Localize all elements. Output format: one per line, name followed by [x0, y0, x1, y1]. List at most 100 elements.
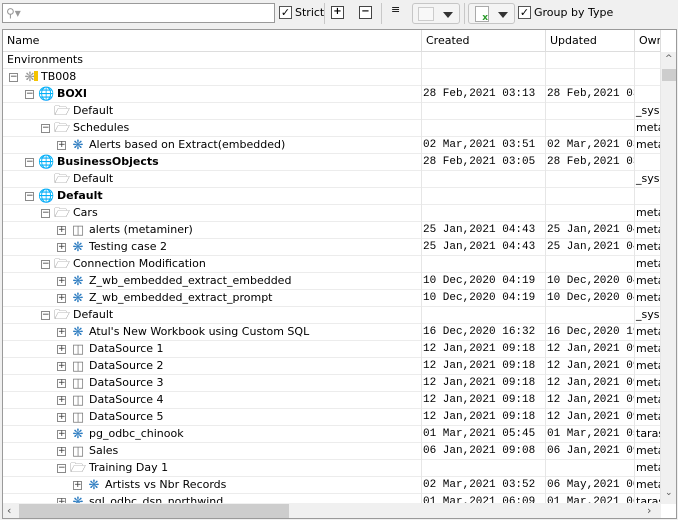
table-row[interactable]: + ❋ pg_odbc_chinook 01 Mar,2021 05:45 01 Mar… [3, 426, 661, 443]
collapse-toggle-icon[interactable]: − [57, 464, 66, 473]
table-row[interactable]: −🗁Schedules meta [3, 120, 661, 137]
expand-toggle-icon[interactable]: + [73, 481, 82, 490]
align-icon[interactable]: ≡ [391, 4, 400, 15]
name-cell: + ◫ DataSource 1 [3, 341, 422, 358]
owner-cell: meta [635, 409, 661, 426]
scroll-left-icon[interactable]: ‹ [7, 504, 11, 517]
table-row[interactable]: + ◫ DataSource 3 12 Jan,2021 09:18 12 Jan,20… [3, 375, 661, 392]
collapse-toggle-icon[interactable]: − [41, 209, 50, 218]
table-row[interactable]: + ❋ Z_wb_embedded_extract_embedded 10 Dec,2… [3, 273, 661, 290]
table-row[interactable]: − ❋ TB008 [3, 69, 661, 86]
expand-toggle-icon[interactable]: + [57, 226, 66, 235]
table-row[interactable]: + ◫ DataSource 4 12 Jan,2021 09:18 12 Jan,20… [3, 392, 661, 409]
workbook-icon: ❋ [72, 274, 84, 289]
table-row[interactable]: + ❋ Alerts based on Extract(embedded) 02 Ma… [3, 137, 661, 154]
divider [381, 3, 382, 24]
workbook-icon: ❋ [72, 138, 84, 153]
table-row[interactable]: + ◫ DataSource 2 12 Jan,2021 09:18 12 Jan,20… [3, 358, 661, 375]
updated-cell: 25 Jan,2021 04:43 [546, 222, 635, 239]
table-row[interactable]: + ◫ Sales 06 Jan,2021 09:0806 Jan,2021 09:0… [3, 443, 661, 460]
row-name: Testing case 2 [89, 240, 167, 253]
collapse-toggle-icon[interactable]: − [25, 158, 34, 167]
scroll-right-icon[interactable]: › [647, 504, 651, 517]
search-input[interactable]: ⚲▾ [2, 3, 275, 23]
view-dropdown[interactable] [412, 3, 460, 24]
updated-cell: 12 Jan,2021 09:18 [546, 375, 635, 392]
expand-toggle-icon[interactable]: + [57, 447, 66, 456]
collapse-toggle-icon[interactable]: − [41, 311, 50, 320]
name-cell: − 🗁 Cars [3, 205, 422, 222]
group-by-type-checkbox[interactable]: ✓ [518, 6, 531, 19]
row-name: Default [57, 189, 103, 202]
table-row[interactable]: −🗁Training Day 1 meta [3, 460, 661, 477]
table-row[interactable]: + ◫ alerts (metaminer) 25 Jan,2021 04:43 25 … [3, 222, 661, 239]
name-cell: + ❋ Z_wb_embedded_extract_prompt [3, 290, 422, 307]
table-row[interactable]: + ❋ Atul's New Workbook using Custom SQL 16… [3, 324, 661, 341]
table-row[interactable]: −🗁Cars meta [3, 205, 661, 222]
table-row[interactable]: + ◫ DataSource 5 12 Jan,2021 09:18 12 Jan,20… [3, 409, 661, 426]
expand-toggle-icon[interactable]: + [57, 362, 66, 371]
globe-icon: 🌐 [38, 155, 55, 170]
table-row[interactable]: + ❋ Z_wb_embedded_extract_prompt 10 Dec,202… [3, 290, 661, 307]
expand-toggle-icon[interactable]: + [57, 141, 66, 150]
collapse-all-icon[interactable]: − [359, 6, 372, 19]
workbook-icon: ❋ [72, 291, 84, 306]
table-row[interactable]: −🗁Connection Modification meta [3, 256, 661, 273]
table-row[interactable]: 🗁 Default _sysl [3, 171, 661, 188]
scroll-up-icon[interactable]: ^ [665, 54, 673, 64]
created-cell: 12 Jan,2021 09:18 [422, 358, 546, 375]
expand-toggle-icon[interactable]: + [57, 345, 66, 354]
updated-cell: 12 Jan,2021 09:18 [546, 392, 635, 409]
owner-cell: meta [635, 460, 661, 477]
column-header-owner[interactable]: Own [635, 30, 661, 52]
column-header-created[interactable]: Created [422, 30, 546, 52]
table-row[interactable]: Environments [3, 52, 661, 69]
expand-toggle-icon[interactable]: + [57, 243, 66, 252]
expand-toggle-icon[interactable]: + [57, 277, 66, 286]
name-cell: + ❋ Z_wb_embedded_extract_embedded [3, 273, 422, 290]
name-cell: − ❋ TB008 [3, 69, 422, 86]
updated-cell [546, 205, 635, 222]
table-row[interactable]: − 🌐 BusinessObjects 28 Feb,2021 03:05 28 Feb… [3, 154, 661, 171]
collapse-toggle-icon[interactable]: − [25, 192, 34, 201]
owner-cell [635, 154, 661, 171]
collapse-toggle-icon[interactable]: − [9, 73, 18, 82]
table-row[interactable]: 🗁 Default _sysl [3, 103, 661, 120]
table-row[interactable]: + ◫ DataSource 1 12 Jan,2021 09:18 12 Jan,20… [3, 341, 661, 358]
table-row[interactable]: −🌐BOXI28 Feb,2021 03:1328 Feb,2021 03:13 [3, 86, 661, 103]
scroll-down-icon[interactable]: ⌄ [665, 488, 673, 498]
expand-toggle-icon[interactable]: + [57, 413, 66, 422]
export-excel-dropdown[interactable]: x [468, 3, 515, 24]
owner-cell [635, 52, 661, 69]
column-header-name[interactable]: Name [3, 30, 422, 52]
tableau-server-warning-icon: ❋ [22, 70, 38, 85]
vertical-scrollbar[interactable]: ^ ⌄ [661, 52, 676, 504]
divider [324, 3, 325, 24]
vertical-scroll-thumb[interactable] [662, 69, 676, 81]
created-cell: 25 Jan,2021 04:43 [422, 222, 546, 239]
collapse-toggle-icon[interactable]: − [25, 90, 34, 99]
row-name: BOXI [57, 87, 87, 100]
horizontal-scroll-thumb[interactable] [19, 504, 289, 518]
collapse-toggle-icon[interactable]: − [41, 260, 50, 269]
collapse-toggle-icon[interactable]: − [41, 124, 50, 133]
created-cell: 16 Dec,2020 16:32 [422, 324, 546, 341]
expand-all-icon[interactable]: + [331, 6, 344, 19]
row-name: Environments [7, 53, 83, 66]
column-header-updated[interactable]: Updated [546, 30, 635, 52]
expand-toggle-icon[interactable]: + [57, 294, 66, 303]
table-row[interactable]: + ❋ Testing case 2 25 Jan,2021 04:43 25 Jan,… [3, 239, 661, 256]
table-row[interactable]: + ❋ Artists vs Nbr Records 02 Mar,2021 03:5… [3, 477, 661, 494]
owner-cell: meta [635, 358, 661, 375]
table-row[interactable]: − 🗁 Default _sysl [3, 307, 661, 324]
name-cell: − 🌐 BOXI [3, 86, 422, 103]
expand-toggle-icon[interactable]: + [57, 430, 66, 439]
strict-checkbox[interactable]: ✓ [279, 6, 292, 19]
expand-toggle-icon[interactable]: + [57, 379, 66, 388]
expand-toggle-icon[interactable]: + [57, 328, 66, 337]
expand-toggle-icon[interactable]: + [57, 396, 66, 405]
swatch-icon [418, 7, 434, 21]
owner-cell: meta [635, 222, 661, 239]
horizontal-scrollbar[interactable]: ‹ › [3, 503, 661, 518]
table-row[interactable]: − 🌐 Default [3, 188, 661, 205]
